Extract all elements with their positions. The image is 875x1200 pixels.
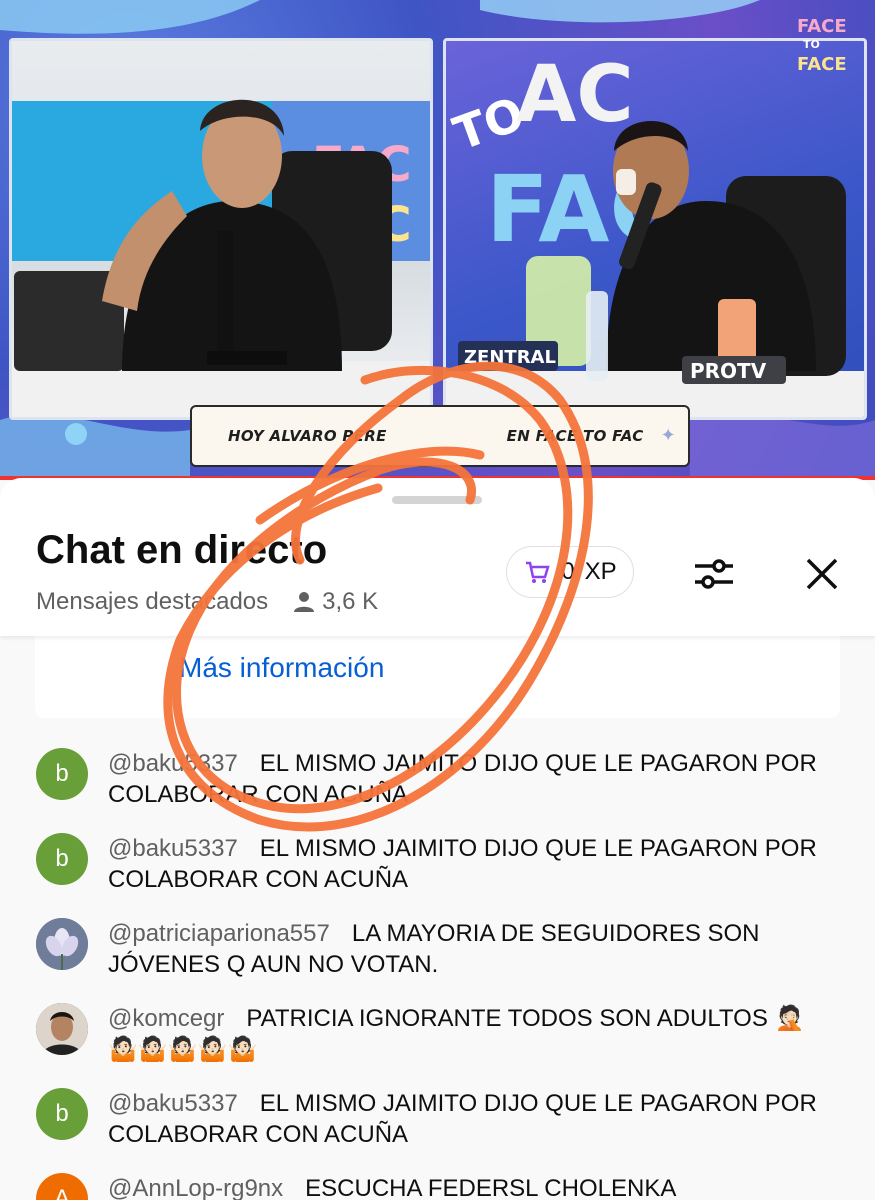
- avatar[interactable]: b: [36, 1088, 88, 1140]
- xp-value: 0: [561, 558, 575, 585]
- video-player[interactable]: FAC FAC TO AC FAC: [0, 0, 875, 480]
- message-author[interactable]: @baku5337: [108, 1090, 238, 1117]
- message-author[interactable]: @baku5337: [108, 750, 238, 777]
- close-icon: [806, 558, 838, 590]
- xp-unit: XP: [584, 558, 617, 585]
- left-camera-panel: FAC FAC: [9, 38, 433, 420]
- svg-text:TO: TO: [803, 38, 820, 51]
- protv-label: PROTV: [690, 359, 767, 383]
- avatar[interactable]: [36, 1003, 88, 1055]
- person-icon: [294, 592, 315, 612]
- avatar[interactable]: A: [36, 1173, 88, 1200]
- right-camera-panel: TO AC FAC ZENTRAL PROTV: [443, 38, 867, 420]
- flower-avatar-image: [36, 918, 88, 970]
- chat-mode-label: Mensajes destacados: [36, 588, 269, 615]
- message-author[interactable]: @baku5337: [108, 835, 238, 862]
- message-text: ESCUCHA FEDERSL CHOLENKA: [305, 1175, 677, 1200]
- message-author[interactable]: @komcegr: [108, 1005, 224, 1032]
- message-author[interactable]: @AnnLop-rg9nx: [108, 1175, 283, 1200]
- chat-title: Chat en directo: [36, 528, 328, 572]
- right-sign-text-2: AC: [516, 50, 634, 140]
- message-author[interactable]: @patriciapariona557: [108, 920, 330, 947]
- avatar[interactable]: [36, 918, 88, 970]
- right-camera-scene: TO AC FAC ZENTRAL PROTV: [446, 50, 864, 417]
- chat-mode-selector[interactable]: Mensajes destacados 3,6 K: [36, 588, 378, 616]
- sparkle-icon: ✦: [660, 425, 676, 446]
- left-camera-scene: FAC FAC: [12, 99, 430, 417]
- live-chat-sheet: Chat en directo Mensajes destacados 3,6 …: [0, 478, 875, 1200]
- chat-message-list[interactable]: Más información b @baku5337 EL MISMO JAIM…: [0, 626, 875, 1200]
- xp-button[interactable]: 0 XP: [506, 546, 634, 598]
- viewer-count-text: 3,6 K: [322, 588, 379, 615]
- profile-photo-avatar: [36, 1003, 88, 1055]
- video-caption-banner: HOY ALVARO PERE EN FACE TO FAC ✦: [190, 405, 690, 467]
- chat-header: Chat en directo Mensajes destacados 3,6 …: [0, 478, 875, 636]
- more-info-link[interactable]: Más información: [179, 652, 384, 684]
- drag-handle[interactable]: [392, 496, 482, 504]
- face-to-face-logo: FACE TO FACE: [797, 16, 847, 75]
- zentral-label: ZENTRAL: [464, 347, 556, 368]
- viewer-count: 3,6 K: [292, 588, 378, 616]
- pinned-info-card: Más información: [35, 626, 840, 718]
- svg-text:FACE: FACE: [797, 16, 847, 37]
- chat-filter-button[interactable]: [686, 546, 742, 602]
- close-chat-button[interactable]: [794, 546, 850, 602]
- svg-text:FACE: FACE: [797, 54, 847, 75]
- avatar[interactable]: b: [36, 748, 88, 800]
- caption-text: HOY ALVARO PERE: [228, 427, 387, 445]
- cart-icon: [526, 561, 550, 583]
- avatar[interactable]: b: [36, 833, 88, 885]
- sliders-icon: [695, 559, 733, 589]
- caption-text-tail: EN FACE TO FAC: [506, 427, 644, 445]
